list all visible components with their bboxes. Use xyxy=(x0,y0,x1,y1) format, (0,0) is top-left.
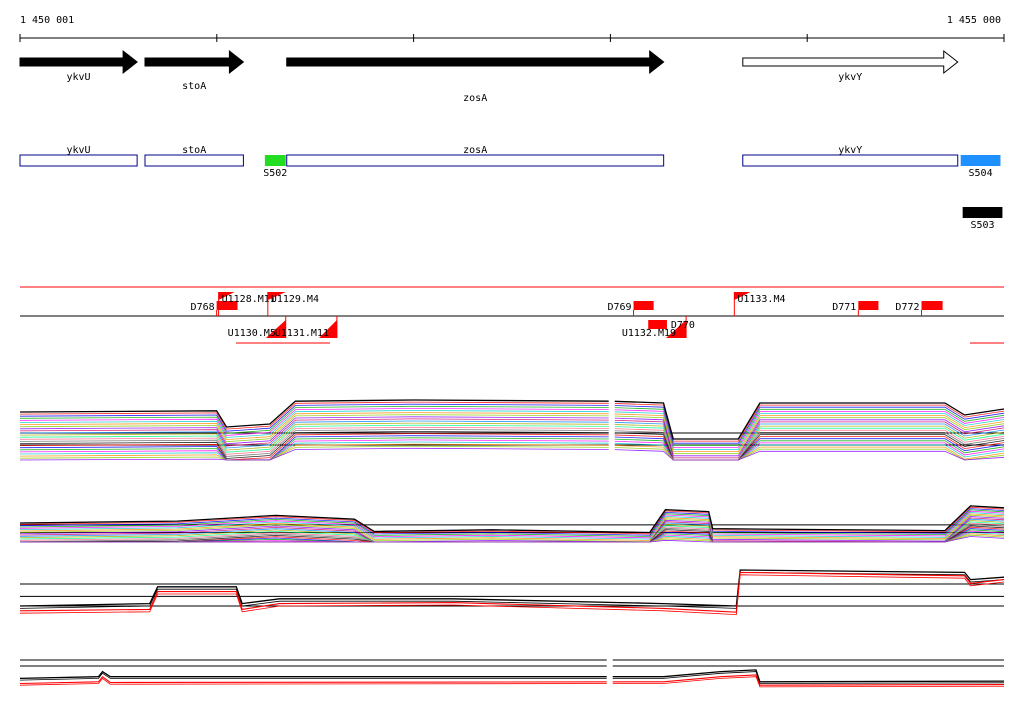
profile-line xyxy=(19,571,1005,609)
panel-1 xyxy=(19,396,1005,466)
annotation-label: D771 xyxy=(832,302,856,313)
panel-2 xyxy=(19,505,1005,543)
profile-bundle-line xyxy=(19,422,1005,461)
panel-gap xyxy=(608,396,615,466)
segment-label: S504 xyxy=(969,168,993,179)
feature-track: ykvU stoA zosA ykvY xyxy=(19,145,959,167)
panel-gap xyxy=(606,654,613,698)
gene-label: ykvU xyxy=(67,72,91,83)
panel-4 xyxy=(19,654,1005,698)
annotation-label: D768 xyxy=(191,302,215,313)
profile-bundle-line xyxy=(19,435,1005,461)
annotation-label: U1132.M19 xyxy=(622,328,676,339)
annotation-label: U1130.M5 xyxy=(228,328,276,339)
gene-arrow xyxy=(286,49,665,75)
gene-label: stoA xyxy=(182,81,206,92)
annotation-track: D768U1128.M11U1129.M4D769U1133.M4D771 D77… xyxy=(20,286,1004,344)
annotation-block xyxy=(858,301,879,310)
feature-label: stoA xyxy=(182,145,206,156)
segment-block xyxy=(960,155,1001,166)
annotation-label: U1129.M4 xyxy=(271,294,319,305)
segment-block xyxy=(962,207,1003,218)
gene-label: zosA xyxy=(463,93,487,104)
feature-box xyxy=(742,154,959,167)
end-coordinate-label: 1 455 000 xyxy=(947,15,1001,26)
annotation-label: D772 xyxy=(895,302,919,313)
genome-browser-canvas: 1 450 001 1 455 000 ykvU stoA zosA ykvY ykv… xyxy=(19,15,1005,698)
profile-panels xyxy=(19,396,1005,698)
panel-3 xyxy=(19,569,1005,616)
feature-box xyxy=(144,154,244,167)
profile-line xyxy=(19,574,1005,616)
gene-track: ykvU stoA zosA ykvY xyxy=(19,49,959,104)
start-coordinate-label: 1 450 001 xyxy=(20,15,74,26)
segment-label: S503 xyxy=(970,220,994,231)
gene-arrow xyxy=(19,49,138,75)
annotation-label: D770 xyxy=(671,320,695,331)
segment-block xyxy=(264,155,286,166)
profile-bundle-line xyxy=(19,431,1005,461)
annotation-block xyxy=(921,301,943,310)
annotation-label: U1131.M11 xyxy=(275,328,329,339)
annotation-block xyxy=(633,301,654,310)
feature-box xyxy=(286,154,665,167)
profile-bundle-line xyxy=(19,447,1005,461)
genome-browser-view: 1 450 001 1 455 000 ykvU stoA zosA ykvY ykv… xyxy=(0,0,1024,714)
profile-line xyxy=(19,669,1005,683)
segment-label: S502 xyxy=(263,168,287,179)
annotation-block xyxy=(648,320,667,329)
profile-line xyxy=(19,505,1005,534)
gene-arrow xyxy=(742,49,959,75)
gene-arrow xyxy=(144,49,245,75)
feature-label: ykvU xyxy=(67,145,91,156)
annotation-label: U1133.M4 xyxy=(737,294,785,305)
profile-line xyxy=(19,569,1005,607)
annotation-label: D769 xyxy=(607,302,631,313)
feature-label: ykvY xyxy=(838,145,862,156)
feature-box xyxy=(19,154,138,167)
feature-label: zosA xyxy=(463,145,487,156)
gene-label: ykvY xyxy=(838,72,862,83)
